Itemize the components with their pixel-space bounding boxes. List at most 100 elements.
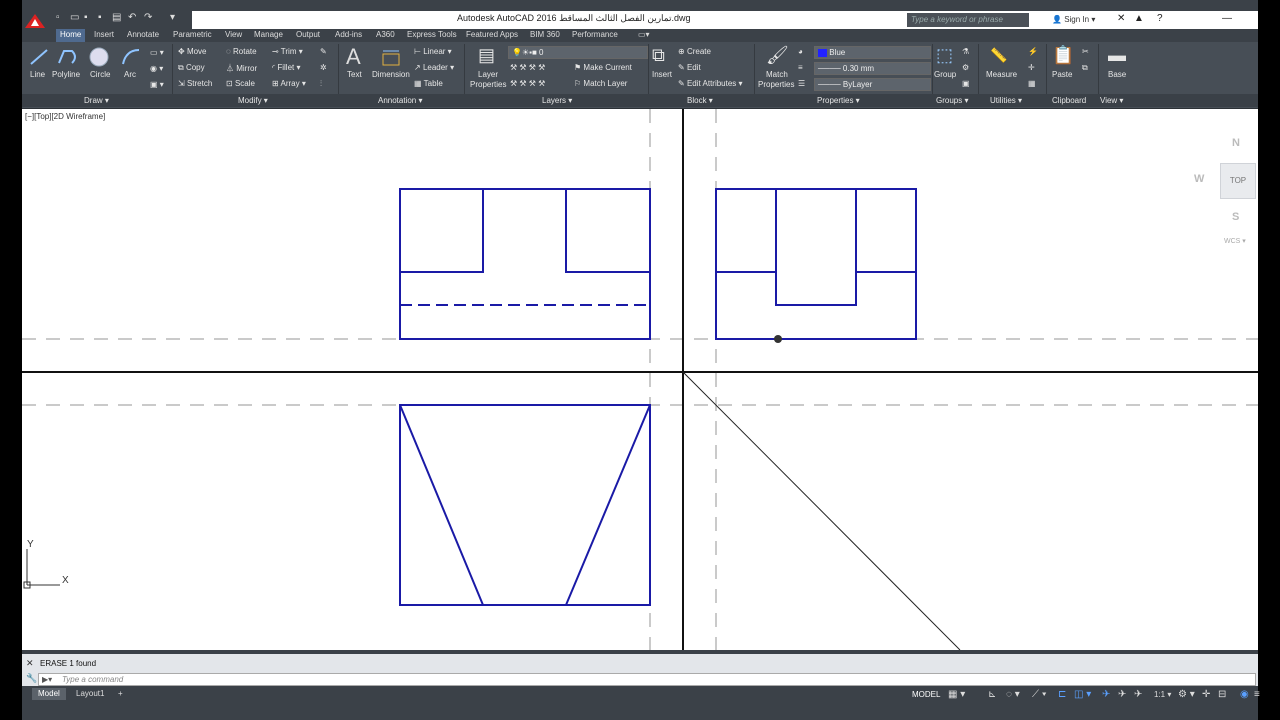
trim-button[interactable]: ⊸ Trim ▾ [272,47,303,56]
stretch-button[interactable]: ⇲ Stretch [178,79,212,88]
annotation-panel-label[interactable]: Annotation ▾ [378,96,423,105]
create-block-button[interactable]: ⊕ Create [678,47,711,56]
arc-icon[interactable] [120,47,142,67]
modify-panel-label[interactable]: Modify ▾ [238,96,268,105]
copy-button[interactable]: ⧉ Copy [178,63,205,73]
command-prompt-icon[interactable]: ▶▾ [42,674,52,685]
layer-properties-button-line2[interactable]: Properties [470,80,506,89]
erase-icon[interactable]: ✎ [320,47,327,56]
groups-panel-label[interactable]: Groups ▾ [936,96,968,105]
tab-toggle-icon[interactable]: ▭▾ [638,30,650,39]
tab-insert[interactable]: Insert [94,30,114,39]
annotation-monitor-icon[interactable]: ✛ [1202,690,1210,700]
properties-panel-label[interactable]: Properties ▾ [817,96,860,105]
group-button[interactable]: Group [934,70,956,79]
draw-panel-label[interactable]: Draw ▾ [84,96,109,105]
annotation-scale-dropdown[interactable]: 1:1 ▾ [1154,690,1171,700]
sign-in-link[interactable]: 👤 Sign In ▾ [1052,15,1095,24]
viewcube[interactable]: N W TOP S WCS ▾ [1194,133,1258,253]
tab-home[interactable]: Home [56,29,86,42]
polar-icon[interactable]: ⟋ ▾ [1032,690,1047,700]
hatch-icon[interactable]: ◉ ▾ [150,64,163,73]
viewcube-north[interactable]: N [1232,137,1240,149]
polyline-icon[interactable] [56,47,80,67]
tab-layout1[interactable]: Layout1 [70,688,110,700]
customize-icon[interactable]: 🔧 [26,673,37,684]
viewcube-west[interactable]: W [1194,173,1204,185]
annotation-visibility-icon[interactable]: ✈ [1102,690,1110,700]
layer-properties-icon[interactable]: ▤ [478,45,495,66]
text-button[interactable]: Text [347,70,362,79]
paste-icon[interactable]: 📋 [1052,45,1074,66]
dimension-icon[interactable] [380,48,402,68]
viewcube-south[interactable]: S [1232,211,1239,223]
ungroup-icon[interactable]: ⚗ [962,47,969,56]
quick-select-icon[interactable]: ⚡ [1028,47,1038,56]
rectangle-icon[interactable]: ▭ ▾ [150,48,164,57]
model-space-toggle[interactable]: MODEL [912,690,940,699]
explode-icon[interactable]: ✲ [320,63,327,72]
save-icon[interactable]: ▪ [84,13,94,23]
minimize-icon[interactable]: — [1222,13,1232,24]
grid-icon[interactable]: ▦ ▾ [948,690,965,700]
layer-properties-button-line1[interactable]: Layer [478,70,498,79]
color-dropdown[interactable]: Blue [814,46,931,59]
edit-block-button[interactable]: ✎ Edit [678,63,701,72]
lineweight-dropdown[interactable]: ──── 0.30 mm [814,62,931,75]
match-properties-line2[interactable]: Properties [758,80,794,89]
utilities-panel-label[interactable]: Utilities ▾ [990,96,1022,105]
add-layout-button[interactable]: + [112,688,129,700]
redo-icon[interactable]: ↷ [144,13,154,23]
insert-button[interactable]: Insert [652,70,672,79]
command-input[interactable]: ▶▾ Type a command [38,673,1256,686]
polyline-button[interactable]: Polyline [52,70,80,79]
new-icon[interactable]: ▫ [56,13,66,23]
annotation-scale-icon[interactable]: ✈ [1118,690,1126,700]
tab-add-ins[interactable]: Add-ins [335,30,362,39]
scale-button[interactable]: ⊡ Scale [226,79,255,88]
measure-icon[interactable]: 📏 [990,47,1007,64]
grip-point[interactable] [774,335,782,343]
ortho-icon[interactable]: ◌ ▾ [1006,690,1020,700]
isolate-objects-icon[interactable]: ◉ [1240,690,1249,700]
copy-clip-icon[interactable]: ⧉ [1082,63,1088,73]
save-as-icon[interactable]: ▪ [98,13,108,23]
fillet-button[interactable]: ◜ Fillet ▾ [272,63,300,72]
annotation-auto-icon[interactable]: ✈ [1134,690,1142,700]
arc-button[interactable]: Arc [124,70,136,79]
cut-icon[interactable]: ✂ [1082,47,1089,56]
text-icon[interactable]: A [346,44,361,70]
tab-annotate[interactable]: Annotate [127,30,159,39]
tab-a360[interactable]: A360 [376,30,395,39]
tab-parametric[interactable]: Parametric [173,30,212,39]
view-panel-label[interactable]: View ▾ [1100,96,1123,105]
customize-status-icon[interactable]: ≡ [1254,690,1260,700]
units-icon[interactable]: ⊟ [1218,690,1226,700]
osnap-icon[interactable]: ⊏ [1058,690,1066,700]
wcs-menu[interactable]: WCS ▾ [1224,237,1246,245]
match-properties-line1[interactable]: Match [766,70,788,79]
autocad-logo-icon[interactable] [24,13,46,29]
search-input[interactable]: Type a keyword or phrase [907,13,1029,27]
tab-performance[interactable]: Performance [572,30,618,39]
clipboard-panel-label[interactable]: Clipboard [1052,96,1086,105]
workspace-gear-icon[interactable]: ⚙ ▾ [1178,690,1195,700]
measure-button[interactable]: Measure [986,70,1017,79]
layer-tools-icon[interactable]: ⚒ ⚒ ⚒ ⚒ [510,63,545,72]
a360-icon[interactable]: ▲ [1134,13,1144,24]
mirror-button[interactable]: ⏃ Mirror [226,63,257,74]
line-button[interactable]: Line [30,70,45,79]
otrack-icon[interactable]: ◫ ▾ [1074,690,1091,700]
group-icon[interactable]: ⬚ [936,45,953,66]
tab-express-tools[interactable]: Express Tools [407,30,457,39]
tab-featured-apps[interactable]: Featured Apps [466,30,518,39]
open-icon[interactable]: ▭ [70,13,80,23]
viewcube-top-face[interactable]: TOP [1220,163,1256,199]
base-view-icon[interactable]: ▬ [1108,45,1126,66]
offset-icon[interactable]: ⫶ [320,79,322,89]
drawing-canvas[interactable]: [−][Top][2D Wireframe] Y X N W TOP S WCS… [22,109,1258,650]
match-properties-icon[interactable]: 🖌 [766,45,789,66]
block-panel-label[interactable]: Block ▾ [687,96,713,105]
tab-model[interactable]: Model [32,688,66,700]
qat-dropdown-icon[interactable]: ▾ [170,13,180,23]
